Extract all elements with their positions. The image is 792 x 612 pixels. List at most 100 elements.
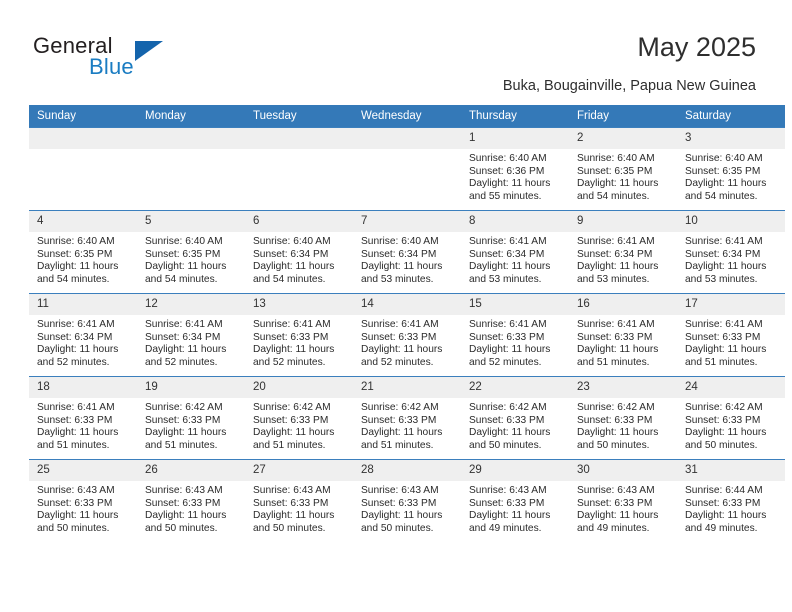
day-number: 15	[461, 294, 569, 315]
sunrise-text: Sunrise: 6:41 AM	[685, 319, 763, 330]
sunset-text: Sunset: 6:36 PM	[469, 165, 545, 177]
day-details: Sunrise: 6:41 AM Sunset: 6:34 PM Daylight:…	[677, 232, 785, 286]
day-details: Sunrise: 6:41 AM Sunset: 6:34 PM Daylight:…	[461, 232, 569, 286]
day-details: Sunrise: 6:42 AM Sunset: 6:33 PM Daylight:…	[569, 398, 677, 452]
daylight-text-line2: and 50 minutes.	[469, 439, 542, 451]
daylight-text-line1: Daylight: 11 hours	[361, 427, 443, 439]
sunrise-text: Sunrise: 6:40 AM	[253, 236, 331, 247]
day-details: Sunrise: 6:41 AM Sunset: 6:33 PM Daylight:…	[29, 398, 137, 452]
day-number: 31	[677, 460, 785, 481]
daylight-text-line1: Daylight: 11 hours	[37, 344, 119, 356]
calendar-week-row: 18 Sunrise: 6:41 AM Sunset: 6:33 PM Dayligh…	[29, 376, 785, 460]
sunrise-text: Sunrise: 6:42 AM	[469, 402, 547, 413]
day-number: 21	[353, 377, 461, 398]
calendar-day-cell[interactable]: 9 Sunrise: 6:41 AM Sunset: 6:34 PM Daylight…	[569, 210, 677, 294]
sunset-text: Sunset: 6:33 PM	[361, 497, 437, 509]
calendar-day-cell[interactable]: 8 Sunrise: 6:41 AM Sunset: 6:34 PM Daylight…	[461, 210, 569, 294]
calendar-day-cell[interactable]: 24 Sunrise: 6:42 AM Sunset: 6:33 PM Dayligh…	[677, 376, 785, 460]
calendar-day-cell[interactable]: 23 Sunrise: 6:42 AM Sunset: 6:33 PM Dayligh…	[569, 376, 677, 460]
daylight-text-line2: and 49 minutes.	[685, 522, 758, 534]
sunset-text: Sunset: 6:35 PM	[685, 165, 761, 177]
day-details: Sunrise: 6:41 AM Sunset: 6:34 PM Daylight:…	[29, 315, 137, 369]
calendar-day-cell[interactable]: 16 Sunrise: 6:41 AM Sunset: 6:33 PM Dayligh…	[569, 293, 677, 377]
daylight-text-line1: Daylight: 11 hours	[577, 344, 659, 356]
sunrise-text: Sunrise: 6:43 AM	[37, 485, 115, 496]
sunset-text: Sunset: 6:33 PM	[685, 414, 761, 426]
calendar-day-cell[interactable]: 21 Sunrise: 6:42 AM Sunset: 6:33 PM Dayligh…	[353, 376, 461, 460]
sunset-text: Sunset: 6:34 PM	[253, 248, 329, 260]
day-number: 1	[461, 128, 569, 149]
calendar-day-cell[interactable]: 27 Sunrise: 6:43 AM Sunset: 6:33 PM Dayligh…	[245, 459, 353, 542]
sunset-text: Sunset: 6:33 PM	[469, 497, 545, 509]
day-number: 6	[245, 211, 353, 232]
daylight-text-line1: Daylight: 11 hours	[469, 178, 551, 190]
sunrise-text: Sunrise: 6:43 AM	[361, 485, 439, 496]
calendar-day-cell[interactable]: 10 Sunrise: 6:41 AM Sunset: 6:34 PM Dayligh…	[677, 210, 785, 294]
day-number: 19	[137, 377, 245, 398]
day-details: Sunrise: 6:41 AM Sunset: 6:34 PM Daylight:…	[137, 315, 245, 369]
brand-logo[interactable]: General Blue	[33, 33, 253, 85]
calendar-day-cell[interactable]: 12 Sunrise: 6:41 AM Sunset: 6:34 PM Dayligh…	[137, 293, 245, 377]
calendar-cell-empty	[353, 127, 461, 211]
calendar-day-cell[interactable]: 31 Sunrise: 6:44 AM Sunset: 6:33 PM Dayligh…	[677, 459, 785, 542]
sunrise-text: Sunrise: 6:42 AM	[577, 402, 655, 413]
day-number	[137, 128, 245, 149]
calendar-day-cell[interactable]: 22 Sunrise: 6:42 AM Sunset: 6:33 PM Dayligh…	[461, 376, 569, 460]
calendar-day-cell[interactable]: 3 Sunrise: 6:40 AM Sunset: 6:35 PM Daylight…	[677, 127, 785, 211]
daylight-text-line1: Daylight: 11 hours	[361, 344, 443, 356]
calendar-day-cell[interactable]: 29 Sunrise: 6:43 AM Sunset: 6:33 PM Dayligh…	[461, 459, 569, 542]
calendar-day-cell[interactable]: 1 Sunrise: 6:40 AM Sunset: 6:36 PM Daylight…	[461, 127, 569, 211]
calendar-day-cell[interactable]: 18 Sunrise: 6:41 AM Sunset: 6:33 PM Dayligh…	[29, 376, 137, 460]
day-number: 8	[461, 211, 569, 232]
calendar-day-cell[interactable]: 13 Sunrise: 6:41 AM Sunset: 6:33 PM Dayligh…	[245, 293, 353, 377]
sunset-text: Sunset: 6:33 PM	[361, 331, 437, 343]
sunset-text: Sunset: 6:33 PM	[253, 331, 329, 343]
daylight-text-line2: and 50 minutes.	[145, 522, 218, 534]
sunrise-text: Sunrise: 6:41 AM	[253, 319, 331, 330]
day-number: 24	[677, 377, 785, 398]
daylight-text-line2: and 52 minutes.	[37, 356, 110, 368]
day-number: 9	[569, 211, 677, 232]
daylight-text-line2: and 55 minutes.	[469, 190, 542, 202]
day-number: 28	[353, 460, 461, 481]
daylight-text-line1: Daylight: 11 hours	[361, 510, 443, 522]
daylight-text-line1: Daylight: 11 hours	[37, 510, 119, 522]
triangle-icon	[135, 41, 163, 61]
calendar-day-cell[interactable]: 26 Sunrise: 6:43 AM Sunset: 6:33 PM Dayligh…	[137, 459, 245, 542]
daylight-text-line1: Daylight: 11 hours	[361, 261, 443, 273]
calendar-day-cell[interactable]: 7 Sunrise: 6:40 AM Sunset: 6:34 PM Daylight…	[353, 210, 461, 294]
calendar-day-cell[interactable]: 30 Sunrise: 6:43 AM Sunset: 6:33 PM Dayligh…	[569, 459, 677, 542]
sunset-text: Sunset: 6:35 PM	[145, 248, 221, 260]
page-subtitle: Buka, Bougainville, Papua New Guinea	[502, 78, 756, 94]
calendar-week-row: 4 Sunrise: 6:40 AM Sunset: 6:35 PM Daylight…	[29, 210, 785, 294]
daylight-text-line2: and 53 minutes.	[361, 273, 434, 285]
daylight-text-line2: and 50 minutes.	[37, 522, 110, 534]
calendar-body: 1 Sunrise: 6:40 AM Sunset: 6:36 PM Daylight…	[29, 127, 785, 542]
calendar-day-cell[interactable]: 17 Sunrise: 6:41 AM Sunset: 6:33 PM Dayligh…	[677, 293, 785, 377]
calendar-day-cell[interactable]: 4 Sunrise: 6:40 AM Sunset: 6:35 PM Daylight…	[29, 210, 137, 294]
calendar-day-cell[interactable]: 25 Sunrise: 6:43 AM Sunset: 6:33 PM Dayligh…	[29, 459, 137, 542]
sunrise-text: Sunrise: 6:41 AM	[145, 319, 223, 330]
daylight-text-line2: and 51 minutes.	[361, 439, 434, 451]
calendar-day-cell[interactable]: 11 Sunrise: 6:41 AM Sunset: 6:34 PM Dayligh…	[29, 293, 137, 377]
calendar-day-cell[interactable]: 2 Sunrise: 6:40 AM Sunset: 6:35 PM Daylight…	[569, 127, 677, 211]
calendar-day-cell[interactable]: 6 Sunrise: 6:40 AM Sunset: 6:34 PM Daylight…	[245, 210, 353, 294]
daylight-text-line2: and 49 minutes.	[577, 522, 650, 534]
sunrise-text: Sunrise: 6:43 AM	[577, 485, 655, 496]
day-details: Sunrise: 6:40 AM Sunset: 6:34 PM Daylight:…	[245, 232, 353, 286]
calendar-day-cell[interactable]: 15 Sunrise: 6:41 AM Sunset: 6:33 PM Dayligh…	[461, 293, 569, 377]
day-number: 13	[245, 294, 353, 315]
daylight-text-line1: Daylight: 11 hours	[145, 261, 227, 273]
daylight-text-line2: and 54 minutes.	[253, 273, 326, 285]
calendar-day-cell[interactable]: 5 Sunrise: 6:40 AM Sunset: 6:35 PM Daylight…	[137, 210, 245, 294]
day-number: 17	[677, 294, 785, 315]
sunrise-text: Sunrise: 6:40 AM	[685, 153, 763, 164]
calendar-day-cell[interactable]: 19 Sunrise: 6:42 AM Sunset: 6:33 PM Dayligh…	[137, 376, 245, 460]
daylight-text-line2: and 51 minutes.	[577, 356, 650, 368]
sunset-text: Sunset: 6:33 PM	[145, 414, 221, 426]
calendar-day-cell[interactable]: 28 Sunrise: 6:43 AM Sunset: 6:33 PM Dayligh…	[353, 459, 461, 542]
calendar-day-cell[interactable]: 14 Sunrise: 6:41 AM Sunset: 6:33 PM Dayligh…	[353, 293, 461, 377]
daylight-text-line1: Daylight: 11 hours	[577, 178, 659, 190]
calendar-day-cell[interactable]: 20 Sunrise: 6:42 AM Sunset: 6:33 PM Dayligh…	[245, 376, 353, 460]
day-details: Sunrise: 6:40 AM Sunset: 6:34 PM Daylight:…	[353, 232, 461, 286]
